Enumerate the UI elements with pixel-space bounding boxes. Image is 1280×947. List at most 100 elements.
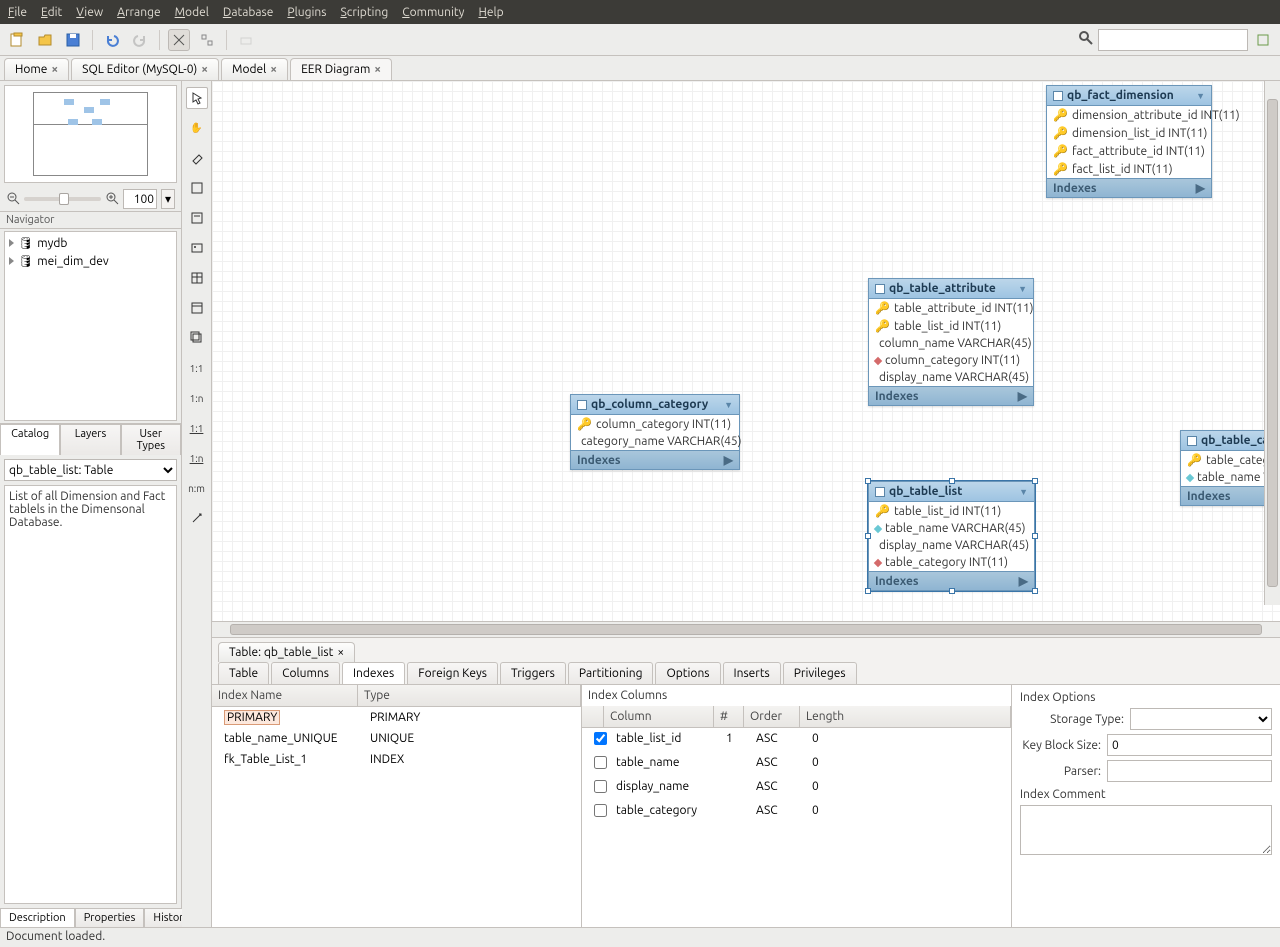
zoom-out-icon[interactable] — [6, 191, 20, 208]
collapse-icon[interactable]: ▼ — [724, 400, 733, 410]
col-length[interactable]: Length — [800, 706, 1011, 727]
menu-community[interactable]: Community — [402, 6, 464, 19]
collapse-icon[interactable]: ▼ — [1018, 284, 1027, 294]
canvas-scroll-h[interactable] — [212, 621, 1280, 637]
table-tool-icon[interactable] — [186, 267, 208, 289]
tab-user-types[interactable]: User Types — [121, 424, 181, 455]
routine-group-tool-icon[interactable] — [186, 327, 208, 349]
table-editor-tab[interactable]: Table: qb_table_list× — [218, 642, 355, 662]
close-icon[interactable]: × — [337, 646, 344, 659]
zoom-dropdown[interactable]: ▾ — [161, 189, 175, 209]
index-column-row[interactable]: table_categoryASC0 — [582, 800, 1011, 824]
entity-qb-table-attribute[interactable]: qb_table_attribute▼ 🔑table_attribute_id … — [868, 278, 1034, 406]
subtab-triggers[interactable]: Triggers — [500, 662, 566, 684]
index-col-check[interactable] — [594, 804, 607, 817]
index-col-check[interactable] — [594, 780, 607, 793]
menu-scripting[interactable]: Scripting — [340, 6, 388, 19]
col-column[interactable]: Column — [604, 706, 714, 727]
menu-edit[interactable]: Edit — [41, 6, 62, 19]
search-icon[interactable] — [1078, 30, 1094, 49]
subtab-foreign-keys[interactable]: Foreign Keys — [407, 662, 498, 684]
expand-icon[interactable]: ▶ — [1196, 181, 1205, 195]
close-icon[interactable]: × — [51, 63, 58, 76]
expand-icon[interactable]: ▶ — [724, 453, 733, 467]
entity-qb-fact-dimension[interactable]: qb_fact_dimension▼ 🔑dimension_attribute_… — [1046, 85, 1212, 198]
redo-icon[interactable] — [129, 29, 151, 51]
tab-description[interactable]: Description — [0, 908, 75, 927]
eraser-tool-icon[interactable] — [186, 147, 208, 169]
tab-properties[interactable]: Properties — [75, 908, 145, 927]
view-tool-icon[interactable] — [186, 297, 208, 319]
search-options-icon[interactable] — [1252, 29, 1274, 51]
print-icon[interactable] — [235, 29, 257, 51]
menu-arrange[interactable]: Arrange — [117, 6, 160, 19]
tab-home[interactable]: Home× — [4, 58, 69, 80]
index-col-check[interactable] — [594, 732, 607, 745]
collapse-icon[interactable]: ▼ — [1196, 91, 1205, 101]
subtab-inserts[interactable]: Inserts — [723, 662, 781, 684]
rel-n-m-tool-icon[interactable]: n:m — [186, 477, 208, 499]
zoom-in-icon[interactable] — [105, 191, 119, 208]
index-col-check[interactable] — [594, 756, 607, 769]
index-row-primary[interactable]: PRIMARYPRIMARY — [212, 707, 581, 728]
catalog-schema-mydb[interactable]: 🛢mydb — [7, 234, 174, 252]
new-icon[interactable] — [6, 29, 28, 51]
key-block-input[interactable] — [1107, 734, 1272, 756]
open-icon[interactable] — [34, 29, 56, 51]
tab-eer-diagram[interactable]: EER Diagram× — [290, 58, 392, 80]
expand-icon[interactable]: ▶ — [1018, 389, 1027, 403]
rel-1-n-id-tool-icon[interactable]: 1:n — [186, 447, 208, 469]
zoom-value[interactable] — [123, 189, 157, 209]
rel-1-n-tool-icon[interactable]: 1:n — [186, 387, 208, 409]
eer-canvas[interactable]: qb_fact_dimension▼ 🔑dimension_attribute_… — [212, 81, 1280, 621]
col-num[interactable]: # — [714, 706, 744, 727]
col-index-name[interactable]: Index Name — [212, 685, 358, 706]
tab-layers[interactable]: Layers — [60, 424, 120, 455]
zoom-slider[interactable] — [24, 197, 101, 201]
index-row-fk[interactable]: fk_Table_List_1INDEX — [212, 749, 581, 770]
navigator-minimap[interactable] — [4, 85, 177, 183]
catalog-schema-mei-dim-dev[interactable]: 🛢mei_dim_dev — [7, 252, 174, 270]
menu-database[interactable]: Database — [223, 6, 274, 19]
note-tool-icon[interactable] — [186, 207, 208, 229]
align-icon[interactable] — [196, 29, 218, 51]
tab-catalog[interactable]: Catalog — [0, 424, 60, 455]
rel-1-1-id-tool-icon[interactable]: 1:1 — [186, 417, 208, 439]
index-row-unique[interactable]: table_name_UNIQUEUNIQUE — [212, 728, 581, 749]
save-icon[interactable] — [62, 29, 84, 51]
tab-sql-editor[interactable]: SQL Editor (MySQL-0)× — [71, 58, 219, 80]
hand-tool-icon[interactable]: ✋ — [186, 117, 208, 139]
index-column-row[interactable]: table_list_id1ASC0 — [582, 728, 1011, 752]
entity-qb-column-category[interactable]: qb_column_category▼ 🔑column_category INT… — [570, 394, 740, 470]
canvas-scroll-v[interactable] — [1264, 81, 1280, 605]
expand-icon[interactable]: ▶ — [1019, 574, 1028, 588]
parser-input[interactable] — [1107, 760, 1272, 782]
subtab-partitioning[interactable]: Partitioning — [568, 662, 654, 684]
image-tool-icon[interactable] — [186, 237, 208, 259]
col-index-type[interactable]: Type — [358, 685, 581, 706]
object-selector[interactable]: qb_table_list: Table — [4, 459, 177, 481]
object-select[interactable]: qb_table_list: Table — [4, 459, 177, 481]
close-icon[interactable]: × — [374, 63, 381, 76]
index-comment-input[interactable] — [1020, 805, 1272, 855]
subtab-privileges[interactable]: Privileges — [783, 662, 857, 684]
index-column-row[interactable]: display_nameASC0 — [582, 776, 1011, 800]
menu-plugins[interactable]: Plugins — [287, 6, 326, 19]
close-icon[interactable]: × — [201, 63, 208, 76]
menu-file[interactable]: File — [8, 6, 27, 19]
layer-tool-icon[interactable] — [186, 177, 208, 199]
collapse-icon[interactable]: ▼ — [1019, 487, 1028, 497]
tab-model[interactable]: Model× — [221, 58, 288, 80]
col-order[interactable]: Order — [744, 706, 800, 727]
rel-1-1-tool-icon[interactable]: 1:1 — [186, 357, 208, 379]
entity-qb-table-list[interactable]: qb_table_list▼ 🔑table_list_id INT(11) ta… — [868, 481, 1035, 591]
subtab-options[interactable]: Options — [655, 662, 720, 684]
index-column-row[interactable]: table_nameASC0 — [582, 752, 1011, 776]
subtab-columns[interactable]: Columns — [271, 662, 340, 684]
rel-existing-tool-icon[interactable] — [186, 507, 208, 529]
pointer-tool-icon[interactable] — [186, 87, 208, 109]
grid-toggle-icon[interactable] — [168, 29, 190, 51]
storage-type-select[interactable] — [1130, 708, 1272, 730]
menu-model[interactable]: Model — [175, 6, 209, 19]
menu-view[interactable]: View — [76, 6, 103, 19]
